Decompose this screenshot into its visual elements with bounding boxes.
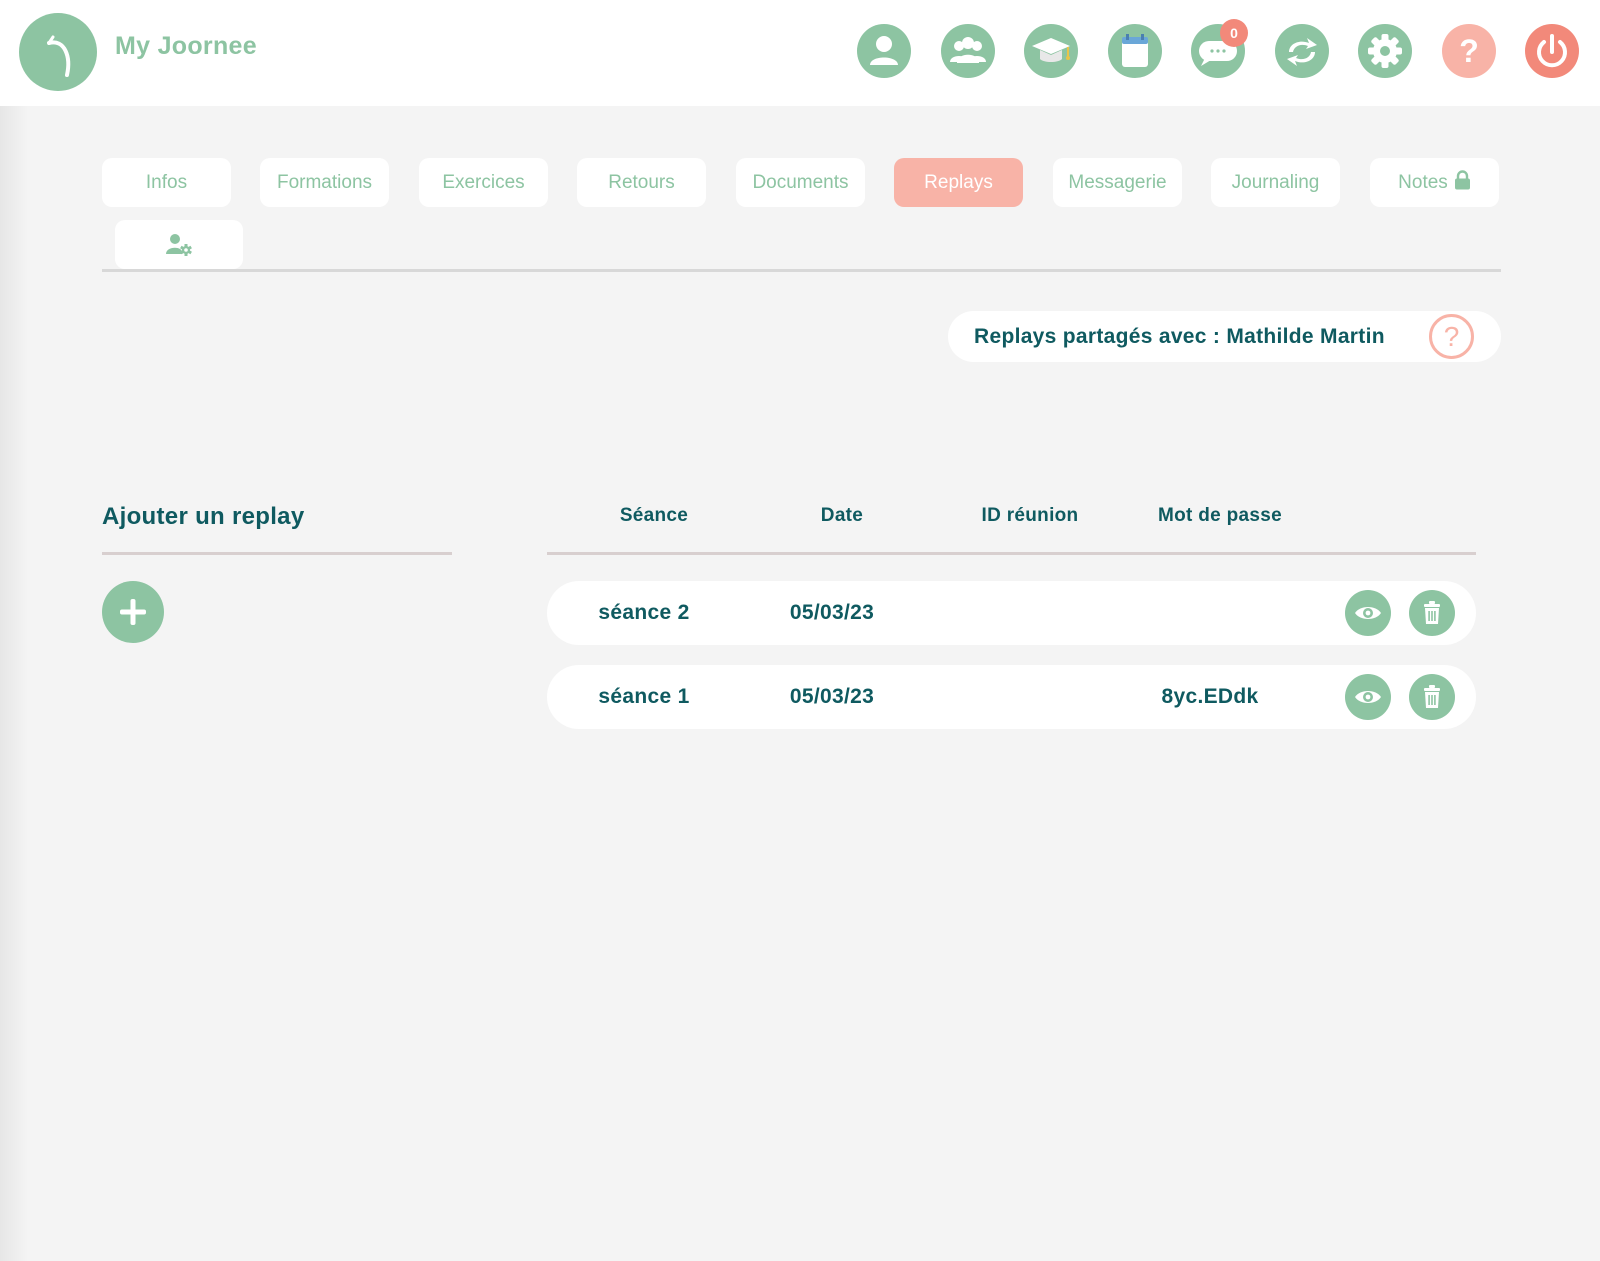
help-icon[interactable]: ? — [1442, 24, 1496, 78]
trash-icon — [1424, 601, 1440, 624]
tab-messagerie[interactable]: Messagerie — [1053, 158, 1182, 207]
table-row: séance 1 05/03/23 8yc.EDdk — [547, 665, 1476, 729]
add-replay-button[interactable] — [102, 581, 164, 643]
tab-infos[interactable]: Infos — [102, 158, 231, 207]
tab-user-settings[interactable] — [115, 220, 243, 269]
tab-notes[interactable]: Notes — [1370, 158, 1499, 207]
delete-button[interactable] — [1409, 674, 1455, 720]
cell-seance: séance 1 — [598, 685, 690, 708]
cell-date: 05/03/23 — [789, 685, 875, 708]
svg-text:?: ? — [1459, 33, 1479, 69]
tab-journaling[interactable]: Journaling — [1211, 158, 1340, 207]
tabs-divider — [102, 269, 1501, 272]
cell-date: 05/03/23 — [789, 601, 875, 624]
view-button[interactable] — [1345, 590, 1391, 636]
plus-icon — [120, 599, 146, 625]
header-id-reunion: ID réunion — [981, 505, 1079, 526]
app-title: My Joornee — [115, 32, 257, 60]
tab-notes-label: Notes — [1398, 172, 1448, 193]
cell-mot-de-passe: 8yc.EDdk — [1161, 685, 1259, 708]
cell-seance: séance 2 — [598, 601, 690, 624]
tab-replays[interactable]: Replays — [894, 158, 1023, 207]
delete-button[interactable] — [1409, 590, 1455, 636]
chat-badge: 0 — [1220, 19, 1248, 47]
user-settings-icon — [166, 234, 192, 256]
calendar-icon[interactable] — [1108, 24, 1162, 78]
trash-icon — [1424, 685, 1440, 708]
graduation-cap-icon[interactable] — [1024, 24, 1078, 78]
table-divider — [547, 552, 1476, 555]
eye-icon — [1355, 691, 1381, 703]
shared-with-text: Replays partagés avec : Mathilde Martin — [974, 325, 1385, 348]
tab-exercices[interactable]: Exercices — [419, 158, 548, 207]
eye-icon — [1355, 607, 1381, 619]
profile-icon[interactable] — [857, 24, 911, 78]
tab-documents[interactable]: Documents — [736, 158, 865, 207]
app-logo[interactable] — [19, 13, 97, 91]
power-icon[interactable] — [1525, 24, 1579, 78]
left-shadow — [0, 106, 28, 1261]
tab-retours[interactable]: Retours — [577, 158, 706, 207]
top-header: My Joornee 0 ? — [0, 0, 1600, 106]
sync-icon[interactable] — [1275, 24, 1329, 78]
gear-icon[interactable] — [1358, 24, 1412, 78]
shared-help-icon[interactable]: ? — [1429, 314, 1474, 359]
header-seance: Séance — [619, 505, 689, 526]
lock-icon — [1454, 160, 1471, 209]
header-date: Date — [820, 505, 864, 526]
view-button[interactable] — [1345, 674, 1391, 720]
tab-formations[interactable]: Formations — [260, 158, 389, 207]
add-replay-divider — [102, 552, 452, 555]
group-icon[interactable] — [941, 24, 995, 78]
header-mot-de-passe: Mot de passe — [1158, 505, 1282, 526]
table-row: séance 2 05/03/23 — [547, 581, 1476, 645]
shared-with-pill: Replays partagés avec : Mathilde Martin … — [948, 311, 1501, 362]
add-replay-title: Ajouter un replay — [102, 503, 305, 530]
